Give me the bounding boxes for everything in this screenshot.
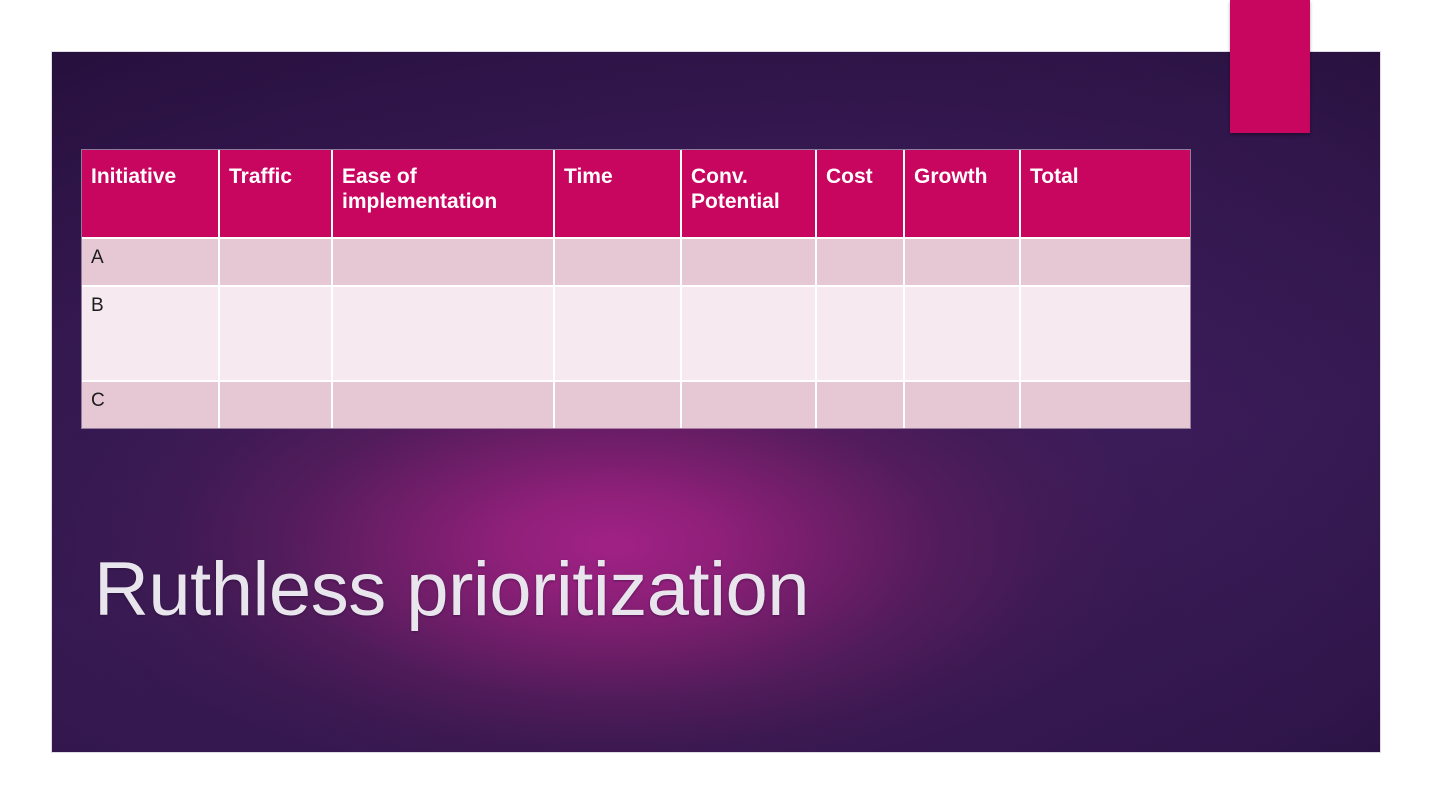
cell-growth[interactable] bbox=[905, 382, 1021, 428]
column-header-traffic[interactable]: Traffic bbox=[220, 150, 333, 239]
column-header-conv-potential[interactable]: Conv. Potential bbox=[682, 150, 817, 239]
cell-ease[interactable] bbox=[333, 287, 555, 382]
cell-initiative[interactable]: A bbox=[82, 239, 220, 287]
cell-total[interactable] bbox=[1021, 239, 1190, 287]
table-header-row: Initiative Traffic Ease of implementatio… bbox=[82, 150, 1190, 239]
table-row[interactable]: A bbox=[82, 239, 1190, 287]
prioritization-table: Initiative Traffic Ease of implementatio… bbox=[82, 150, 1190, 428]
cell-ease[interactable] bbox=[333, 382, 555, 428]
slide-title: Ruthless prioritization bbox=[94, 547, 810, 632]
column-header-cost[interactable]: Cost bbox=[817, 150, 905, 239]
cell-time[interactable] bbox=[555, 239, 682, 287]
column-header-initiative[interactable]: Initiative bbox=[82, 150, 220, 239]
table-row[interactable]: B bbox=[82, 287, 1190, 382]
cell-growth[interactable] bbox=[905, 287, 1021, 382]
column-header-ease[interactable]: Ease of implementation bbox=[333, 150, 555, 239]
cell-time[interactable] bbox=[555, 382, 682, 428]
cell-conv-potential[interactable] bbox=[682, 239, 817, 287]
cell-ease[interactable] bbox=[333, 239, 555, 287]
cell-growth[interactable] bbox=[905, 239, 1021, 287]
column-header-time[interactable]: Time bbox=[555, 150, 682, 239]
slide-canvas: Initiative Traffic Ease of implementatio… bbox=[52, 52, 1380, 752]
table-row[interactable]: C bbox=[82, 382, 1190, 428]
cell-traffic[interactable] bbox=[220, 287, 333, 382]
cell-initiative[interactable]: C bbox=[82, 382, 220, 428]
column-header-total[interactable]: Total bbox=[1021, 150, 1190, 239]
cell-conv-potential[interactable] bbox=[682, 287, 817, 382]
cell-total[interactable] bbox=[1021, 382, 1190, 428]
cell-traffic[interactable] bbox=[220, 239, 333, 287]
cell-cost[interactable] bbox=[817, 239, 905, 287]
column-header-growth[interactable]: Growth bbox=[905, 150, 1021, 239]
cell-conv-potential[interactable] bbox=[682, 382, 817, 428]
cell-traffic[interactable] bbox=[220, 382, 333, 428]
cell-time[interactable] bbox=[555, 287, 682, 382]
cell-cost[interactable] bbox=[817, 382, 905, 428]
cell-cost[interactable] bbox=[817, 287, 905, 382]
cell-total[interactable] bbox=[1021, 287, 1190, 382]
accent-tab-decoration bbox=[1230, 0, 1310, 133]
cell-initiative[interactable]: B bbox=[82, 287, 220, 382]
